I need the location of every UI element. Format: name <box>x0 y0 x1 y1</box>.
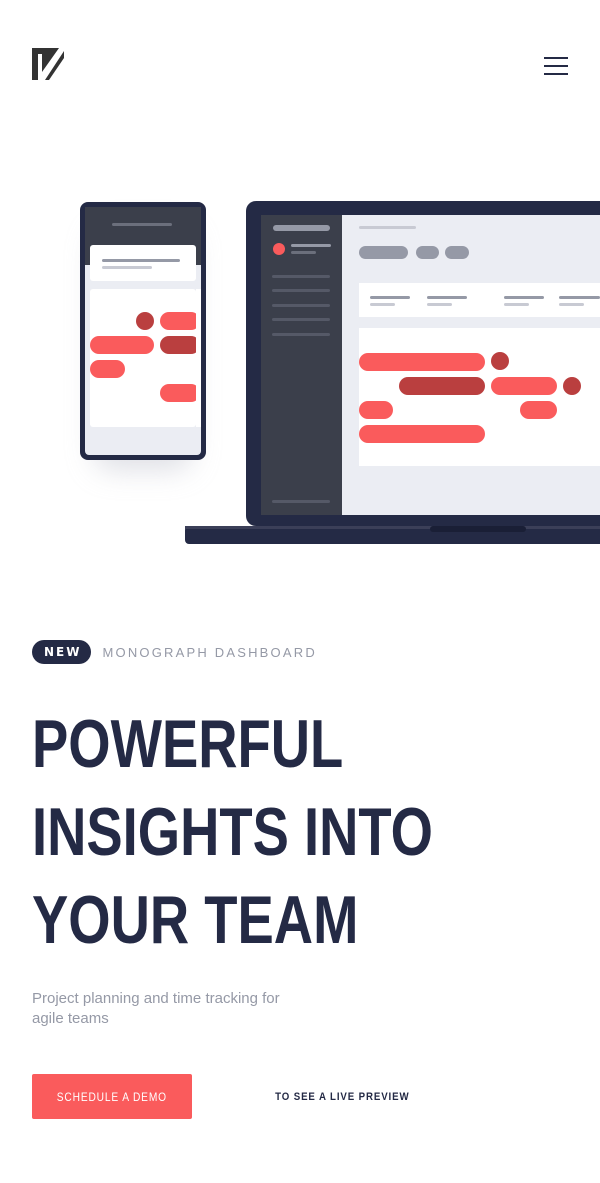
live-preview-label: TO SEE A LIVE PREVIEW <box>275 1091 410 1103</box>
logo-k-icon[interactable] <box>32 48 64 80</box>
headline-line: POWERFUL <box>32 706 344 782</box>
laptop-illustration <box>185 201 600 544</box>
tagline-text: MONOGRAPH DASHBOARD <box>102 644 317 660</box>
schedule-demo-label: SCHEDULE A DEMO <box>56 1089 168 1104</box>
schedule-demo-button[interactable]: SCHEDULE A DEMO <box>32 1074 192 1119</box>
headline-line: INSIGHTS INTO <box>32 794 433 870</box>
live-preview-link[interactable]: TO SEE A LIVE PREVIEW <box>270 1086 415 1108</box>
phone-illustration <box>80 202 206 470</box>
hero-headline: POWERFUL INSIGHTS INTO YOUR TEAM <box>32 700 572 964</box>
hamburger-menu-icon[interactable] <box>540 54 572 78</box>
hero-subtitle: Project planning and time tracking for a… <box>32 990 280 1027</box>
tagline: NEW MONOGRAPH DASHBOARD <box>32 640 317 664</box>
new-badge: NEW <box>32 640 92 664</box>
headline-line: YOUR TEAM <box>32 882 359 958</box>
site-header <box>0 0 600 130</box>
hero-illustration <box>0 195 600 555</box>
